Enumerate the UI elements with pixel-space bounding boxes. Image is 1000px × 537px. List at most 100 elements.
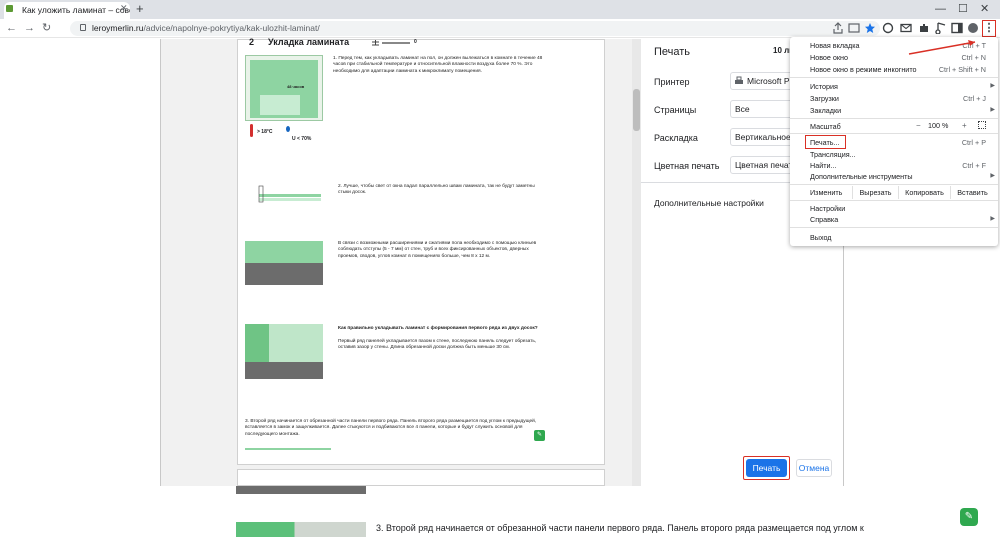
color-label: Цветная печать (654, 161, 720, 171)
menu-item-bookmarks[interactable]: Закладки ▶ (790, 105, 998, 116)
annotation-arrow-icon (908, 40, 976, 55)
first-row-title: Как правильно укладывать ламинат с форми… (338, 326, 538, 331)
menu-item-exit[interactable]: Выход (790, 232, 998, 243)
step1-text: 1. Перед тем, как укладывать ламинат на … (333, 56, 543, 74)
browser-tab[interactable]: Как уложить ламинат – советы (4, 2, 130, 19)
hours-label: 48 часов (287, 84, 305, 89)
edit-icon[interactable]: ✎ (960, 508, 978, 526)
menu-item-label: Загрузки (810, 94, 839, 103)
reload-icon[interactable]: ↻ (42, 19, 51, 38)
article-image (236, 522, 366, 537)
chevron-right-icon: ▶ (990, 216, 995, 222)
menu-separator (790, 77, 998, 78)
first-row-floor (245, 362, 323, 379)
temperature-label: > 18°C (257, 129, 273, 135)
scale-icon (372, 40, 410, 46)
board-layout-illustration (258, 185, 321, 203)
menu-item-label: История (810, 82, 838, 91)
print-dialog-title: Печать (654, 46, 691, 58)
translate-icon[interactable] (848, 22, 860, 34)
menu-item-settings[interactable]: Настройки (790, 203, 998, 214)
section-number: 2 (249, 37, 255, 47)
more-settings-toggle[interactable]: Дополнительные настройки (654, 198, 764, 208)
menu-item-more-tools[interactable]: Дополнительные инструменты ▶ (790, 171, 998, 182)
mail-icon[interactable] (900, 22, 912, 34)
menu-shortcut: Ctrl + Shift + N (938, 65, 986, 74)
edit-icon: ✎ (534, 430, 545, 441)
print-button[interactable]: Печать (746, 459, 787, 477)
menu-item-label: Справка (810, 215, 839, 224)
menu-separator (790, 133, 998, 134)
new-tab-button[interactable]: + (136, 1, 144, 17)
pages-value: Все (735, 104, 750, 114)
pages-label: Страницы (654, 105, 697, 115)
humidity-drop-icon (286, 126, 290, 132)
first-row-text: Первый ряд панелей укладывается пазом к … (338, 339, 537, 351)
tab-title: Как уложить ламинат – советы (22, 5, 130, 15)
menu-item-label: Найти... (810, 161, 837, 170)
url-domain: leroymerlin.ru (92, 23, 144, 33)
bookmark-star-icon[interactable] (864, 22, 876, 34)
maximize-icon[interactable]: ☐ (958, 0, 968, 18)
cancel-button[interactable]: Отмена (796, 459, 832, 477)
gap-text: В связи с возможными расширениями и сжат… (338, 241, 537, 259)
menu-item-label: Новая вкладка (810, 41, 860, 50)
printer-label: Принтер (654, 77, 690, 87)
menu-item-label: Новое окно (810, 53, 849, 62)
menu-separator (790, 200, 998, 201)
share-icon[interactable] (832, 22, 844, 34)
fullscreen-icon[interactable] (978, 121, 986, 129)
article-paragraph: 3. Второй ряд начинается от обрезанной ч… (376, 523, 864, 533)
side-panel-icon[interactable] (951, 22, 963, 34)
menu-item-edit: Изменить (790, 187, 850, 198)
extension-icon[interactable] (882, 22, 894, 34)
chevron-right-icon: ▶ (990, 83, 995, 89)
chevron-right-icon: ▶ (990, 173, 995, 179)
puzzle-icon[interactable] (918, 22, 930, 34)
menu-item-label: Закладки (810, 106, 842, 115)
url-text[interactable]: leroymerlin.ru/advice/napolnye-pokrytiya… (92, 21, 320, 36)
color-value: Цветная печать (735, 160, 797, 170)
menu-separator (790, 118, 998, 119)
doc-meta-value: 0 (414, 39, 417, 45)
chrome-menu-button[interactable]: ⋮ (982, 20, 996, 37)
step2-text: 2. Лучше, чтобы свет от окна падал парал… (338, 184, 535, 196)
tab-close-icon[interactable]: ✕ (120, 0, 128, 17)
window-close-icon[interactable]: ✕ (980, 0, 989, 18)
layout-label: Раскладка (654, 133, 698, 143)
menu-item-find[interactable]: Найти... Ctrl + F (790, 160, 998, 171)
preview-divider (245, 448, 331, 450)
forward-icon[interactable]: → (24, 19, 35, 38)
cut-button[interactable]: Вырезать (852, 186, 898, 199)
media-icon[interactable] (935, 22, 947, 34)
zoom-out-button[interactable]: − (916, 121, 921, 130)
menu-item-cast[interactable]: Трансляция... (790, 149, 998, 160)
preview-scrollbar-thumb[interactable] (633, 89, 640, 131)
preview-page (237, 469, 605, 486)
printer-icon (735, 76, 743, 84)
back-icon[interactable]: ← (6, 19, 17, 38)
section-title: Укладка ламината (268, 37, 350, 47)
chevron-right-icon: ▶ (990, 107, 995, 113)
minimize-icon[interactable]: — (935, 0, 946, 18)
profile-avatar-icon[interactable] (967, 22, 979, 34)
menu-item-incognito[interactable]: Новое окно в режиме инкогнито Ctrl + Shif… (790, 64, 998, 75)
thermometer-icon (250, 124, 253, 137)
room-floor (260, 95, 300, 115)
menu-separator (790, 227, 998, 228)
lock-icon[interactable] (80, 24, 86, 31)
menu-item-history[interactable]: История ▶ (790, 81, 998, 92)
zoom-in-button[interactable]: + (962, 121, 967, 130)
paste-button[interactable]: Вставить (950, 186, 994, 199)
menu-shortcut: Ctrl + J (963, 94, 986, 103)
menu-item-label: Изменить (810, 188, 843, 197)
gap-illustration-floor (245, 263, 323, 285)
copy-button[interactable]: Копировать (898, 186, 950, 199)
menu-shortcut: Ctrl + P (961, 138, 986, 147)
url-path: /advice/napolnye-pokrytiya/kak-ulozhit-l… (143, 23, 320, 33)
menu-item-downloads[interactable]: Загрузки Ctrl + J (790, 93, 998, 104)
menu-item-label: Дополнительные инструменты (810, 172, 913, 181)
print-item-highlight (805, 135, 846, 149)
menu-item-help[interactable]: Справка ▶ (790, 214, 998, 225)
humidity-label: U < 70% (292, 136, 312, 142)
